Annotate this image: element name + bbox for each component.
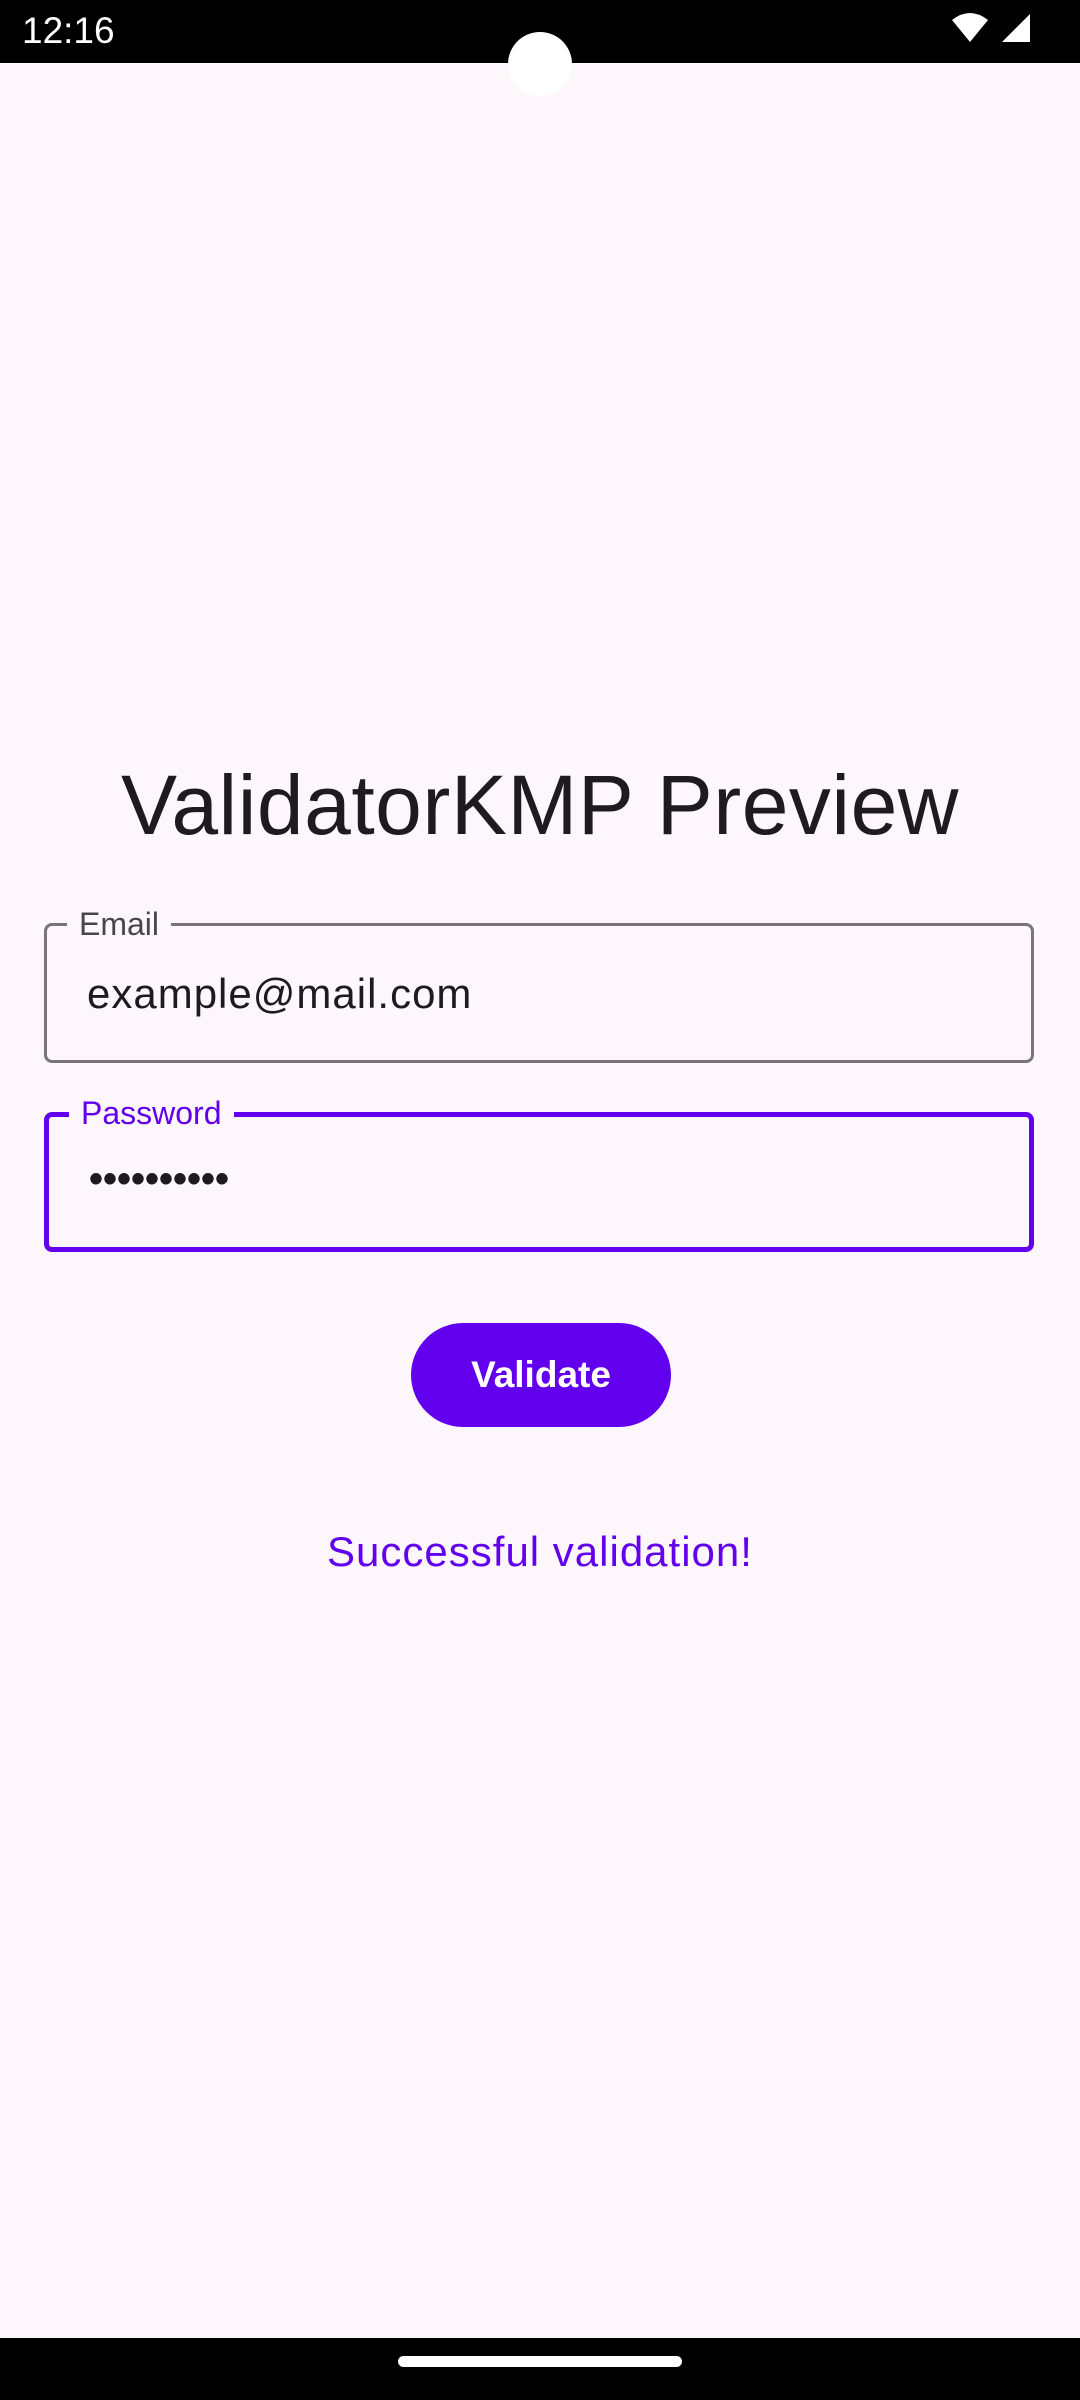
validation-result-message: Successful validation! <box>327 1528 753 1575</box>
email-field-label: Email <box>67 904 172 944</box>
password-field[interactable]: Password •••••••••• <box>44 1093 1034 1252</box>
page-title: ValidatorKMP Preview <box>121 758 959 852</box>
email-input[interactable]: example@mail.com <box>87 970 472 1018</box>
cellular-signal-icon <box>1002 14 1030 42</box>
wifi-icon <box>952 13 988 42</box>
status-icons <box>950 12 1032 44</box>
home-indicator[interactable] <box>398 2356 682 2367</box>
password-input[interactable]: •••••••••• <box>89 1157 229 1202</box>
email-field[interactable]: Email example@mail.com <box>44 904 1034 1063</box>
status-time: 12:16 <box>22 10 115 51</box>
validate-button[interactable]: Validate <box>411 1323 671 1427</box>
camera-cutout <box>508 32 572 96</box>
password-field-label: Password <box>69 1093 234 1133</box>
navigation-bar <box>0 2338 1080 2400</box>
